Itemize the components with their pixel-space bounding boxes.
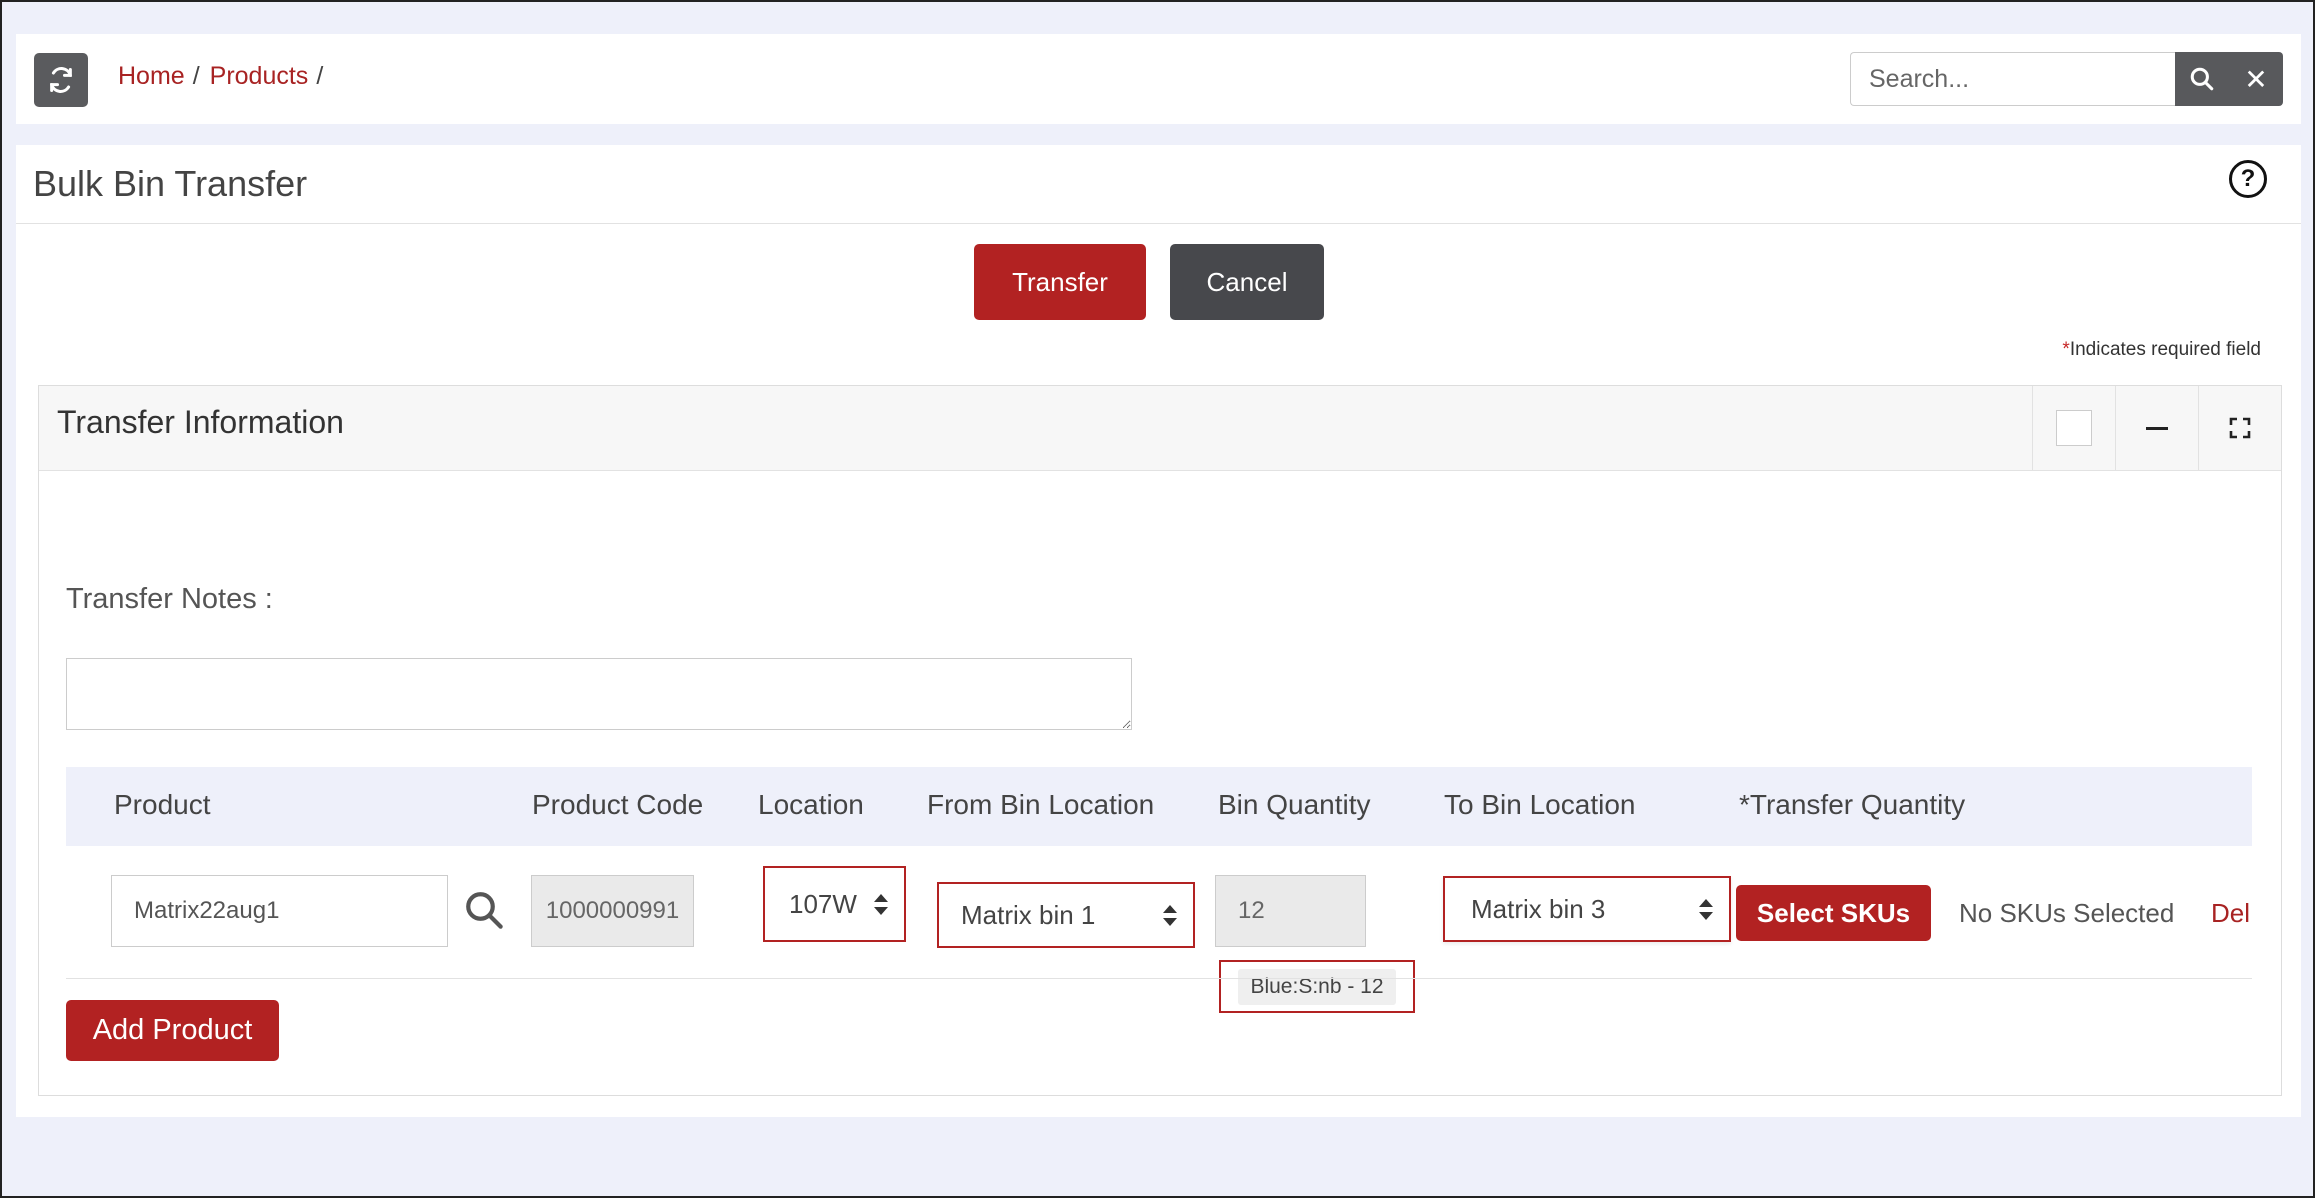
select-arrows-icon [1697, 898, 1715, 920]
transfer-button[interactable]: Transfer [974, 244, 1146, 320]
panel-select-toggle[interactable] [2032, 386, 2115, 470]
select-arrows-icon [1161, 904, 1179, 926]
panel-tools [2032, 386, 2281, 470]
column-header-bin-quantity: Bin Quantity [1218, 789, 1371, 820]
breadcrumb-home[interactable]: Home [118, 62, 185, 91]
help-glyph: ? [2240, 165, 2256, 192]
panel-header: Transfer Information [39, 386, 2281, 471]
delete-row-link[interactable]: Del [2211, 898, 2250, 929]
select-arrows-icon [872, 893, 890, 915]
transfer-notes-field[interactable] [66, 658, 1132, 730]
breadcrumb-products[interactable]: Products [210, 62, 309, 91]
product-input[interactable]: Matrix22aug1 [111, 875, 448, 947]
search-input[interactable] [1850, 52, 2175, 106]
column-header-transfer-quantity: *Transfer Quantity [1739, 789, 1966, 820]
table-header: Product Product Code Location From Bin L… [66, 767, 2252, 846]
close-icon: ✕ [2244, 63, 2268, 95]
column-header-product-code: Product Code [532, 789, 704, 820]
fullscreen-button[interactable] [2198, 386, 2281, 470]
sku-tag-highlight: Blue:S:nb - 12 [1219, 960, 1415, 1013]
row-divider [66, 978, 2252, 979]
panel-title: Transfer Information [57, 404, 344, 440]
breadcrumb-separator: / [316, 62, 324, 90]
required-note-text: Indicates required field [2069, 339, 2261, 360]
collapse-button[interactable] [2115, 386, 2198, 470]
product-code-field: 1000000991 [531, 875, 694, 947]
from-bin-select[interactable]: Matrix bin 1 [937, 882, 1195, 948]
required-star: * [2062, 339, 2070, 360]
location-select[interactable]: 107W [763, 866, 906, 942]
search-bar: ✕ [1850, 52, 2283, 106]
column-header-product: Product [114, 789, 211, 820]
minus-icon [2146, 426, 2168, 430]
refresh-icon [50, 67, 72, 93]
select-skus-button[interactable]: Select SKUs [1736, 885, 1931, 941]
expand-icon [2229, 417, 2251, 439]
from-bin-value: Matrix bin 1 [961, 899, 1096, 930]
refresh-button[interactable] [34, 53, 88, 107]
breadcrumb: Home / Products / [118, 62, 333, 91]
clear-search-button[interactable]: ✕ [2229, 52, 2283, 106]
location-value: 107W [789, 888, 857, 919]
to-bin-select[interactable]: Matrix bin 3 [1443, 876, 1731, 942]
skus-status: No SKUs Selected [1959, 898, 2175, 928]
transfer-information-panel: Transfer Information Transfer Notes : Pr… [38, 385, 2282, 1096]
panel-checkbox[interactable] [2056, 410, 2092, 446]
search-button[interactable] [2175, 52, 2229, 106]
search-icon [2190, 67, 2214, 91]
column-header-location: Location [758, 789, 864, 820]
column-header-from-bin: From Bin Location [927, 789, 1155, 820]
main-content: Bulk Bin Transfer ? Transfer Cancel *Ind… [16, 145, 2301, 1117]
breadcrumb-separator: / [192, 62, 200, 90]
to-bin-value: Matrix bin 3 [1471, 893, 1606, 924]
column-header-to-bin: To Bin Location [1444, 789, 1636, 820]
help-icon[interactable]: ? [2229, 160, 2267, 198]
divider [16, 223, 2301, 224]
product-search-icon[interactable] [463, 889, 505, 931]
sku-tag: Blue:S:nb - 12 [1238, 968, 1396, 1005]
top-bar: Home / Products / ✕ [16, 34, 2301, 124]
required-field-note: *Indicates required field [2062, 339, 2261, 361]
cancel-button[interactable]: Cancel [1170, 244, 1324, 320]
transfer-notes-label: Transfer Notes : [66, 583, 273, 615]
page-title: Bulk Bin Transfer [33, 163, 308, 204]
add-product-button[interactable]: Add Product [66, 1000, 279, 1061]
bin-quantity-field: 12 [1215, 875, 1366, 947]
